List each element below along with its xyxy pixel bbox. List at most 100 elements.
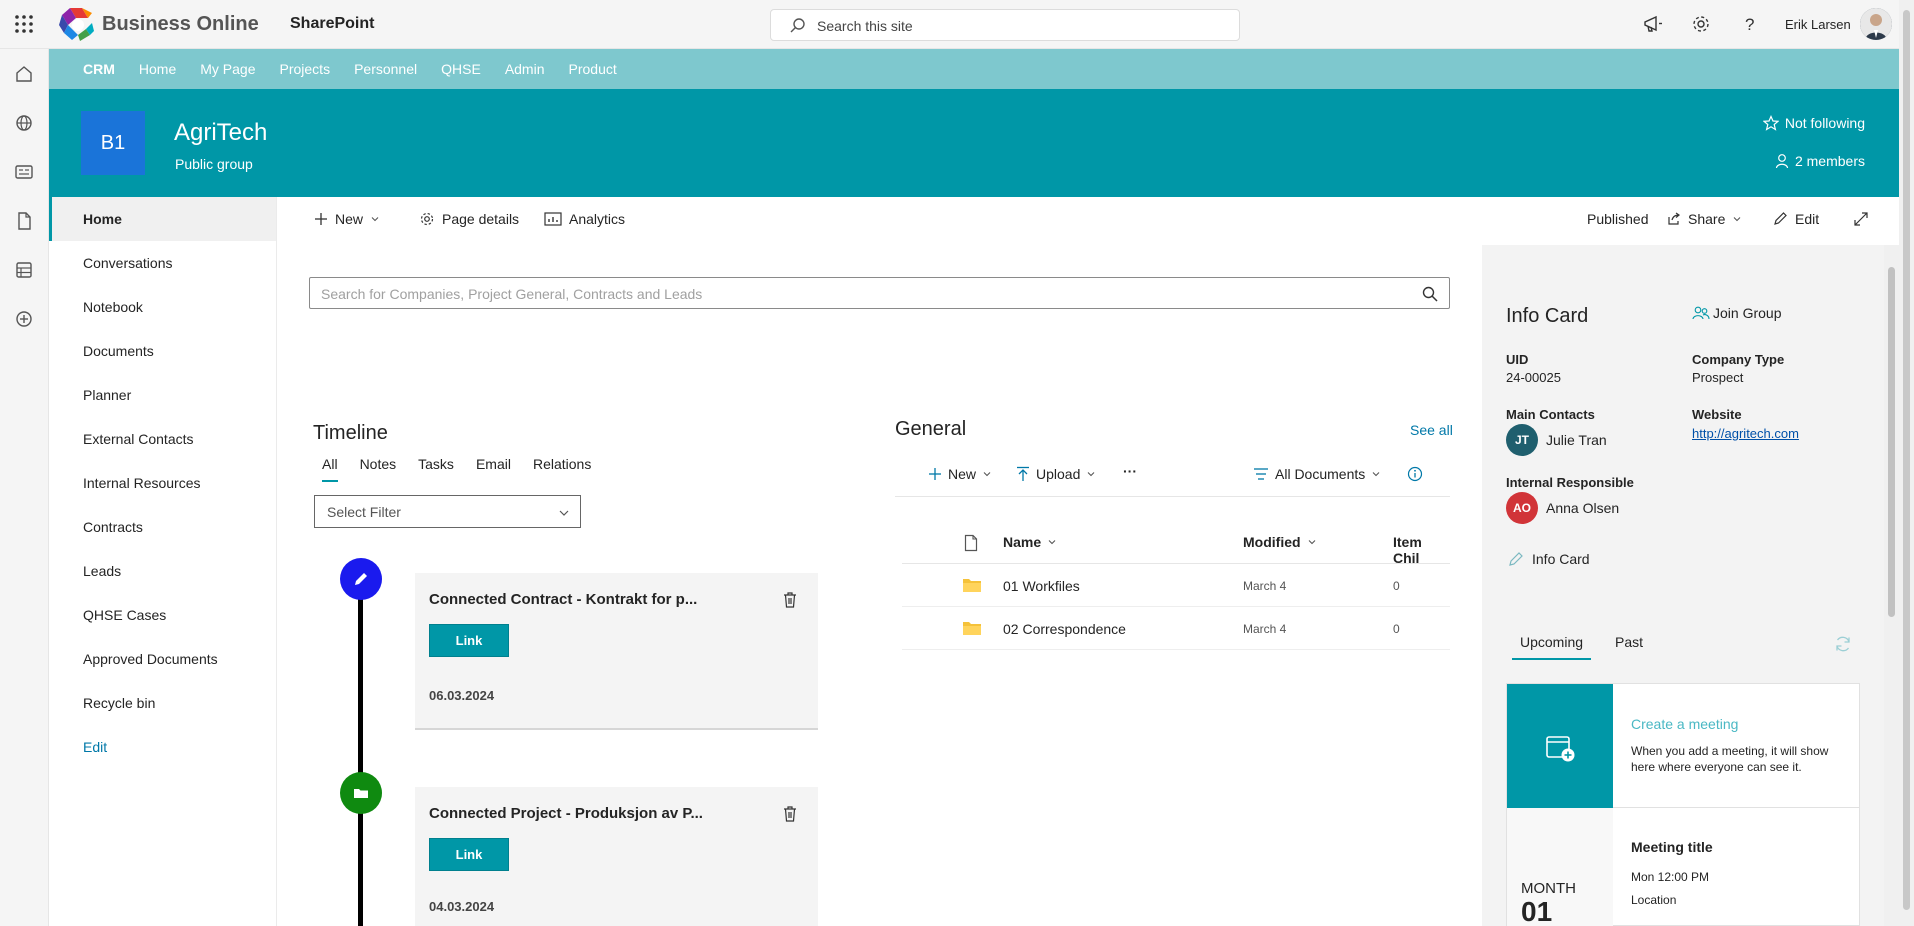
nav-item-recycle-bin[interactable]: Recycle bin bbox=[49, 681, 276, 725]
main-contact-name: Julie Tran bbox=[1546, 432, 1607, 448]
page-scrollbar-thumb[interactable] bbox=[1903, 10, 1910, 910]
new-button[interactable]: New bbox=[314, 211, 380, 227]
column-header-name[interactable]: Name bbox=[1003, 534, 1057, 550]
news-icon[interactable] bbox=[13, 161, 35, 183]
delete-icon[interactable] bbox=[782, 591, 798, 609]
table-row[interactable]: 01 Workfiles March 4 0 bbox=[902, 564, 1450, 607]
upload-button[interactable]: Upload bbox=[1016, 466, 1096, 482]
search-icon[interactable] bbox=[1421, 285, 1439, 303]
expand-icon[interactable] bbox=[1853, 211, 1869, 227]
tab-upcoming[interactable]: Upcoming bbox=[1511, 634, 1592, 660]
timeline-link-button[interactable]: Link bbox=[429, 624, 509, 657]
column-header-item-child[interactable]: Item Chil bbox=[1393, 534, 1450, 566]
join-group-button[interactable]: Join Group bbox=[1692, 305, 1781, 321]
share-icon bbox=[1668, 212, 1681, 225]
nav-item-contracts[interactable]: Contracts bbox=[49, 505, 276, 549]
edit-button[interactable]: Edit bbox=[1772, 211, 1819, 227]
add-icon[interactable] bbox=[13, 308, 35, 330]
library-command-bar: New Upload ··· All Documents bbox=[895, 455, 1450, 497]
create-meeting-card[interactable]: Create a meeting When you add a meeting,… bbox=[1506, 683, 1860, 809]
nav-item-planner[interactable]: Planner bbox=[49, 373, 276, 417]
pencil-icon bbox=[1509, 552, 1523, 566]
row-name[interactable]: 01 Workfiles bbox=[1003, 578, 1080, 594]
library-title[interactable]: General bbox=[895, 418, 966, 441]
delete-icon[interactable] bbox=[782, 805, 798, 823]
nav-item-approved-documents[interactable]: Approved Documents bbox=[49, 637, 276, 681]
site-search-input[interactable] bbox=[817, 16, 1217, 36]
gear-icon[interactable] bbox=[1690, 13, 1712, 35]
nav-item-home[interactable]: Home bbox=[49, 197, 276, 241]
nav-item-external-contacts[interactable]: External Contacts bbox=[49, 417, 276, 461]
website-link[interactable]: http://agritech.com bbox=[1692, 426, 1799, 441]
row-name[interactable]: 02 Correspondence bbox=[1003, 621, 1126, 637]
timeline-marker bbox=[340, 558, 382, 600]
hub-link-admin[interactable]: Admin bbox=[505, 61, 545, 77]
hub-link-qhse[interactable]: QHSE bbox=[441, 61, 481, 77]
nav-item-conversations[interactable]: Conversations bbox=[49, 241, 276, 285]
see-all-link[interactable]: See all bbox=[1410, 422, 1453, 438]
company-search[interactable] bbox=[309, 277, 1450, 309]
app-name[interactable]: SharePoint bbox=[290, 15, 374, 33]
hub-link-home[interactable]: Home bbox=[139, 61, 176, 77]
tab-past[interactable]: Past bbox=[1611, 634, 1647, 660]
site-logo[interactable]: B1 bbox=[81, 111, 145, 175]
list-icon[interactable] bbox=[13, 259, 35, 281]
library-new-button[interactable]: New bbox=[928, 466, 992, 482]
tab-notes[interactable]: Notes bbox=[360, 456, 397, 482]
page-details-button[interactable]: Page details bbox=[419, 211, 519, 227]
site-search[interactable] bbox=[770, 9, 1240, 41]
edit-info-card-link[interactable]: Info Card bbox=[1508, 551, 1590, 567]
panel-scrollbar[interactable] bbox=[1884, 245, 1899, 926]
analytics-button[interactable]: Analytics bbox=[544, 211, 625, 227]
hub-link-crm[interactable]: CRM bbox=[83, 61, 115, 77]
meeting-title[interactable]: Meeting title bbox=[1631, 839, 1713, 855]
info-icon[interactable] bbox=[1407, 466, 1423, 482]
tab-relations[interactable]: Relations bbox=[533, 456, 591, 482]
more-options-icon[interactable]: ··· bbox=[1123, 463, 1137, 479]
user-name[interactable]: Erik Larsen bbox=[1785, 17, 1851, 32]
panel-scrollbar-thumb[interactable] bbox=[1888, 267, 1895, 617]
brand-logo[interactable]: Business Online bbox=[56, 5, 259, 43]
nav-item-notebook[interactable]: Notebook bbox=[49, 285, 276, 329]
nav-item-internal-resources[interactable]: Internal Resources bbox=[49, 461, 276, 505]
timeline-tabs: All Notes Tasks Email Relations bbox=[322, 456, 613, 482]
megaphone-icon[interactable] bbox=[1642, 13, 1664, 35]
table-row[interactable]: 02 Correspondence March 4 0 bbox=[902, 607, 1450, 650]
tab-tasks[interactable]: Tasks bbox=[418, 456, 454, 482]
tab-email[interactable]: Email bbox=[476, 456, 511, 482]
column-header-modified[interactable]: Modified bbox=[1243, 534, 1317, 550]
members-button[interactable]: 2 members bbox=[1775, 153, 1865, 169]
page-scrollbar[interactable] bbox=[1899, 0, 1914, 926]
tab-all[interactable]: All bbox=[322, 456, 338, 482]
people-icon bbox=[1692, 306, 1710, 320]
home-icon[interactable] bbox=[13, 63, 35, 85]
meeting-card[interactable]: MONTH 01 Meeting title Mon 12:00 PM Loca… bbox=[1506, 808, 1860, 926]
nav-item-leads[interactable]: Leads bbox=[49, 549, 276, 593]
hub-link-projects[interactable]: Projects bbox=[280, 61, 331, 77]
main-contact[interactable]: JT Julie Tran bbox=[1506, 424, 1607, 456]
share-button[interactable]: Share bbox=[1667, 211, 1742, 227]
hub-link-personnel[interactable]: Personnel bbox=[354, 61, 417, 77]
follow-button[interactable]: Not following bbox=[1762, 115, 1865, 131]
view-selector[interactable]: All Documents bbox=[1253, 466, 1381, 482]
nav-item-qhse-cases[interactable]: QHSE Cases bbox=[49, 593, 276, 637]
file-type-icon[interactable] bbox=[964, 534, 978, 552]
nav-item-documents[interactable]: Documents bbox=[49, 329, 276, 373]
refresh-icon[interactable] bbox=[1834, 635, 1852, 653]
timeline-card-title[interactable]: Connected Contract - Kontrakt for p... bbox=[429, 591, 697, 608]
hub-link-my-page[interactable]: My Page bbox=[200, 61, 255, 77]
nav-edit-link[interactable]: Edit bbox=[49, 725, 276, 769]
user-avatar[interactable] bbox=[1860, 8, 1892, 40]
timeline-card-title[interactable]: Connected Project - Produksjon av P... bbox=[429, 805, 703, 822]
timeline-link-button[interactable]: Link bbox=[429, 838, 509, 871]
help-icon[interactable]: ? bbox=[1738, 13, 1760, 35]
globe-icon[interactable] bbox=[13, 112, 35, 134]
document-icon[interactable] bbox=[13, 210, 35, 232]
timeline-filter-select[interactable]: Select Filter bbox=[314, 495, 581, 528]
site-subtitle: Public group bbox=[175, 156, 253, 172]
app-launcher-icon[interactable] bbox=[12, 12, 36, 36]
company-search-input[interactable] bbox=[321, 284, 1401, 304]
create-meeting-title[interactable]: Create a meeting bbox=[1631, 716, 1738, 732]
hub-link-product[interactable]: Product bbox=[569, 61, 617, 77]
internal-responsible[interactable]: AO Anna Olsen bbox=[1506, 492, 1619, 524]
